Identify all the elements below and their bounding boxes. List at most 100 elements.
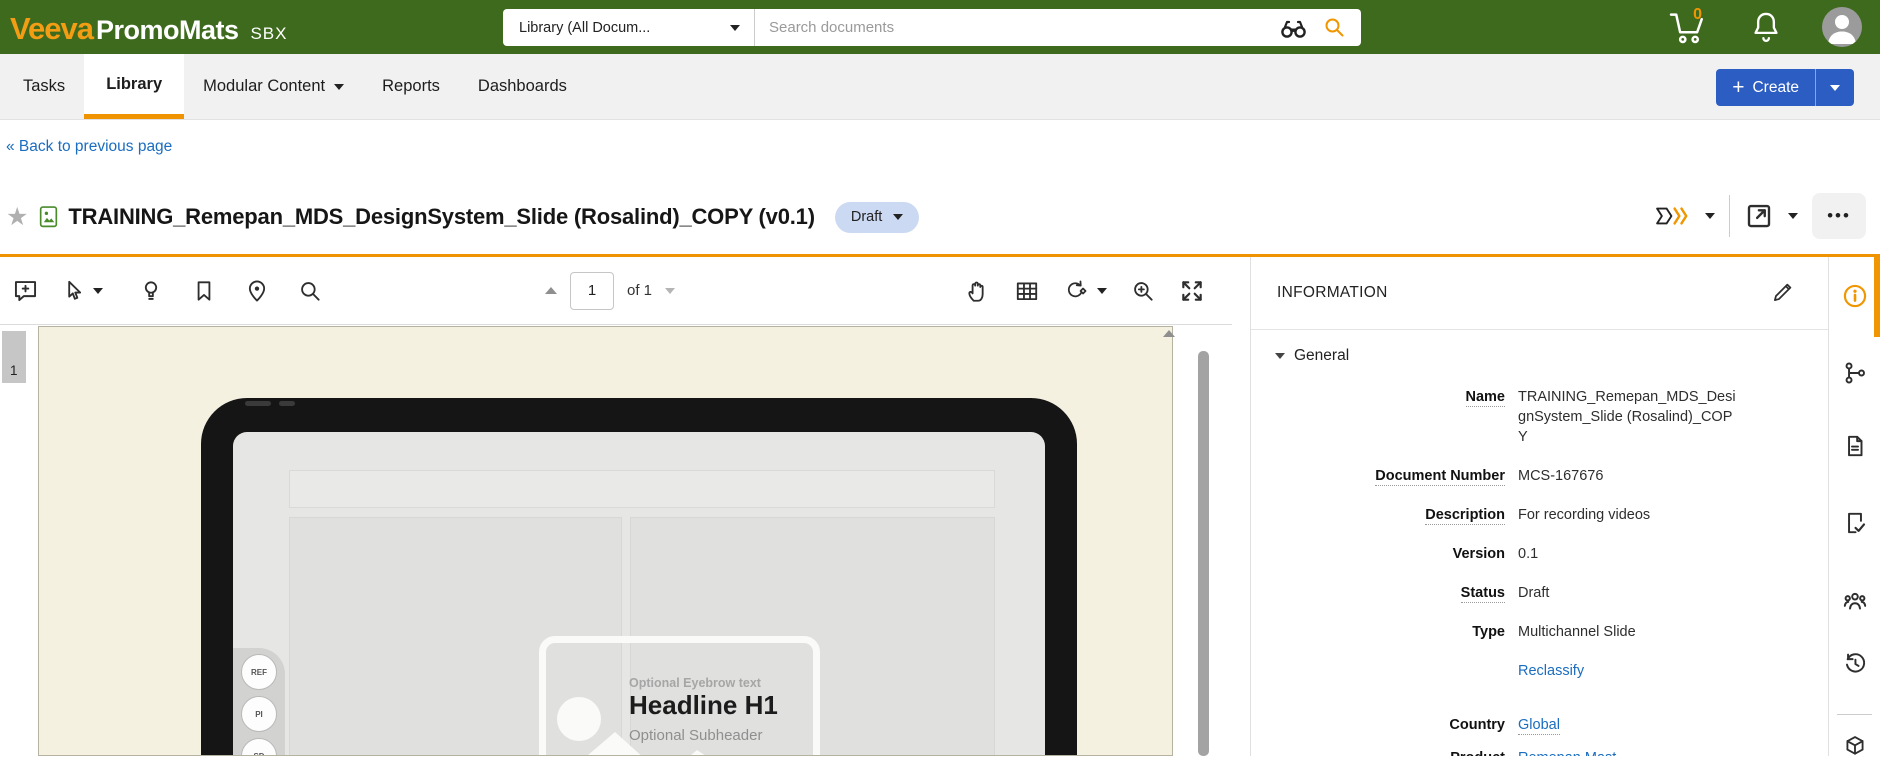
product-name: PromoMats — [96, 15, 239, 46]
pan-hand-icon[interactable] — [965, 278, 991, 304]
field-value: For recording videos — [1518, 505, 1740, 525]
right-icon-rail — [1828, 257, 1880, 756]
tab-library[interactable]: Library — [84, 54, 184, 119]
search-scope-value: Library (All Docum... — [519, 20, 650, 36]
chevron-down-icon — [730, 25, 740, 31]
reclassify-link[interactable]: Reclassify — [1518, 661, 1740, 681]
tablet-mockup: REF PI SD Optional Eyebrow text Headline… — [201, 398, 1077, 756]
field-row-version: Version 0.1 — [1275, 544, 1828, 564]
notes-lightbulb-icon[interactable] — [138, 278, 164, 304]
rotate-icon — [1063, 278, 1090, 304]
review-checklist-icon[interactable] — [1842, 510, 1868, 536]
workflow-actions-icon[interactable] — [1655, 203, 1691, 229]
cursor-icon — [60, 278, 86, 304]
user-avatar-button[interactable] — [1822, 7, 1862, 47]
page-total-label: of 1 — [627, 282, 652, 299]
chevron-down-icon — [93, 288, 103, 294]
tab-label: Dashboards — [478, 77, 567, 96]
tab-reports[interactable]: Reports — [363, 54, 459, 119]
field-value: MCS-167676 — [1518, 466, 1740, 486]
chevron-down-icon[interactable] — [1705, 213, 1715, 219]
versions-tree-icon[interactable] — [1842, 360, 1868, 386]
create-label: Create — [1752, 79, 1799, 97]
page-title: TRAINING_Remepan_MDS_DesignSystem_Slide … — [68, 204, 814, 230]
field-label: Document Number — [1375, 468, 1505, 486]
field-row-type: Type Multichannel Slide — [1275, 622, 1828, 642]
tablet-button — [279, 401, 295, 406]
thumbnail-grid-icon[interactable] — [1014, 278, 1040, 304]
viewer-toolbar: of 1 — [0, 257, 1232, 325]
ref-pill-button[interactable]: REF — [241, 654, 277, 690]
tab-modular-content[interactable]: Modular Content — [184, 54, 363, 119]
zoom-in-icon[interactable] — [1130, 278, 1156, 304]
next-page-button[interactable] — [665, 288, 675, 294]
general-section-toggle[interactable]: General — [1251, 330, 1828, 373]
field-list: Name TRAINING_Remepan_MDS_DesignSystem_S… — [1251, 373, 1828, 756]
reference-pill-tab: REF PI SD — [233, 648, 285, 756]
sd-pill-button[interactable]: SD — [241, 738, 277, 756]
product-link[interactable]: Remepan Mast — [1518, 748, 1740, 756]
chevron-down-icon — [334, 84, 344, 90]
country-link[interactable]: Global — [1518, 715, 1740, 735]
back-link[interactable]: « Back to previous page — [6, 138, 172, 155]
field-row-country: Country Global — [1275, 715, 1828, 735]
field-row-document-number: Document Number MCS-167676 — [1275, 466, 1828, 486]
slide-subheader: Optional Subheader — [629, 727, 762, 744]
package-cube-icon[interactable] — [1842, 734, 1868, 760]
add-annotation-icon[interactable] — [12, 277, 39, 304]
field-row-description: Description For recording videos — [1275, 505, 1828, 525]
find-in-document-icon[interactable] — [297, 278, 323, 304]
chevron-down-icon[interactable] — [1788, 213, 1798, 219]
field-label: Status — [1461, 585, 1505, 603]
advanced-search-binoculars-icon[interactable] — [1280, 17, 1307, 39]
chevron-down-icon — [1275, 353, 1285, 359]
field-value: TRAINING_Remepan_MDS_DesignSystem_Slide … — [1518, 387, 1740, 447]
sharing-users-icon[interactable] — [1842, 588, 1868, 614]
rotate-dropdown[interactable] — [1063, 278, 1107, 304]
field-label: Type — [1472, 624, 1505, 640]
create-button-group: + Create — [1716, 69, 1854, 106]
vertical-scrollbar[interactable] — [1198, 351, 1209, 756]
field-label: Name — [1466, 389, 1506, 407]
section-label: General — [1294, 347, 1349, 365]
page-number-input[interactable] — [570, 272, 614, 310]
search-input[interactable] — [755, 19, 1280, 36]
more-actions-button[interactable]: ••• — [1812, 193, 1866, 239]
fullscreen-expand-icon[interactable] — [1179, 278, 1205, 304]
bookmark-icon[interactable] — [191, 278, 217, 304]
scroll-up-arrow[interactable] — [1163, 330, 1175, 337]
divider — [1837, 714, 1872, 715]
pill-label: PI — [255, 710, 263, 719]
previous-page-button[interactable] — [545, 287, 557, 294]
create-dropdown-button[interactable] — [1816, 69, 1854, 106]
search-scope-dropdown[interactable]: Library (All Docum... — [503, 9, 755, 46]
pi-pill-button[interactable]: PI — [241, 696, 277, 732]
tab-tasks[interactable]: Tasks — [4, 54, 84, 119]
status-label: Draft — [851, 209, 882, 225]
history-clock-icon[interactable] — [1842, 650, 1868, 676]
plus-icon: + — [1732, 77, 1744, 98]
global-search-bar: Library (All Docum... — [503, 9, 1361, 46]
info-tab-icon[interactable] — [1842, 283, 1868, 309]
document-type-image-icon — [37, 205, 60, 229]
notifications-bell-button[interactable] — [1750, 10, 1782, 44]
chevron-down-icon — [893, 214, 903, 220]
export-share-icon[interactable] — [1744, 201, 1774, 231]
environment-label: SBX — [250, 24, 287, 44]
status-badge[interactable]: Draft — [835, 202, 919, 233]
search-icon[interactable] — [1323, 16, 1347, 40]
document-page: REF PI SD Optional Eyebrow text Headline… — [38, 326, 1173, 756]
select-tool-dropdown[interactable] — [60, 278, 103, 304]
edit-pencil-icon[interactable] — [1770, 279, 1796, 305]
document-fields-icon[interactable] — [1842, 433, 1868, 459]
chevron-down-icon — [1097, 288, 1107, 294]
favorite-star-icon[interactable]: ★ — [6, 202, 28, 232]
tab-dashboards[interactable]: Dashboards — [459, 54, 586, 119]
location-pin-icon[interactable] — [244, 278, 270, 304]
field-value: Multichannel Slide — [1518, 622, 1740, 642]
cart-button[interactable]: 0 — [1666, 10, 1710, 44]
tablet-button — [245, 401, 271, 406]
create-button[interactable]: + Create — [1716, 69, 1815, 106]
slide-headline: Headline H1 — [629, 690, 778, 721]
field-label: Product — [1450, 750, 1505, 756]
